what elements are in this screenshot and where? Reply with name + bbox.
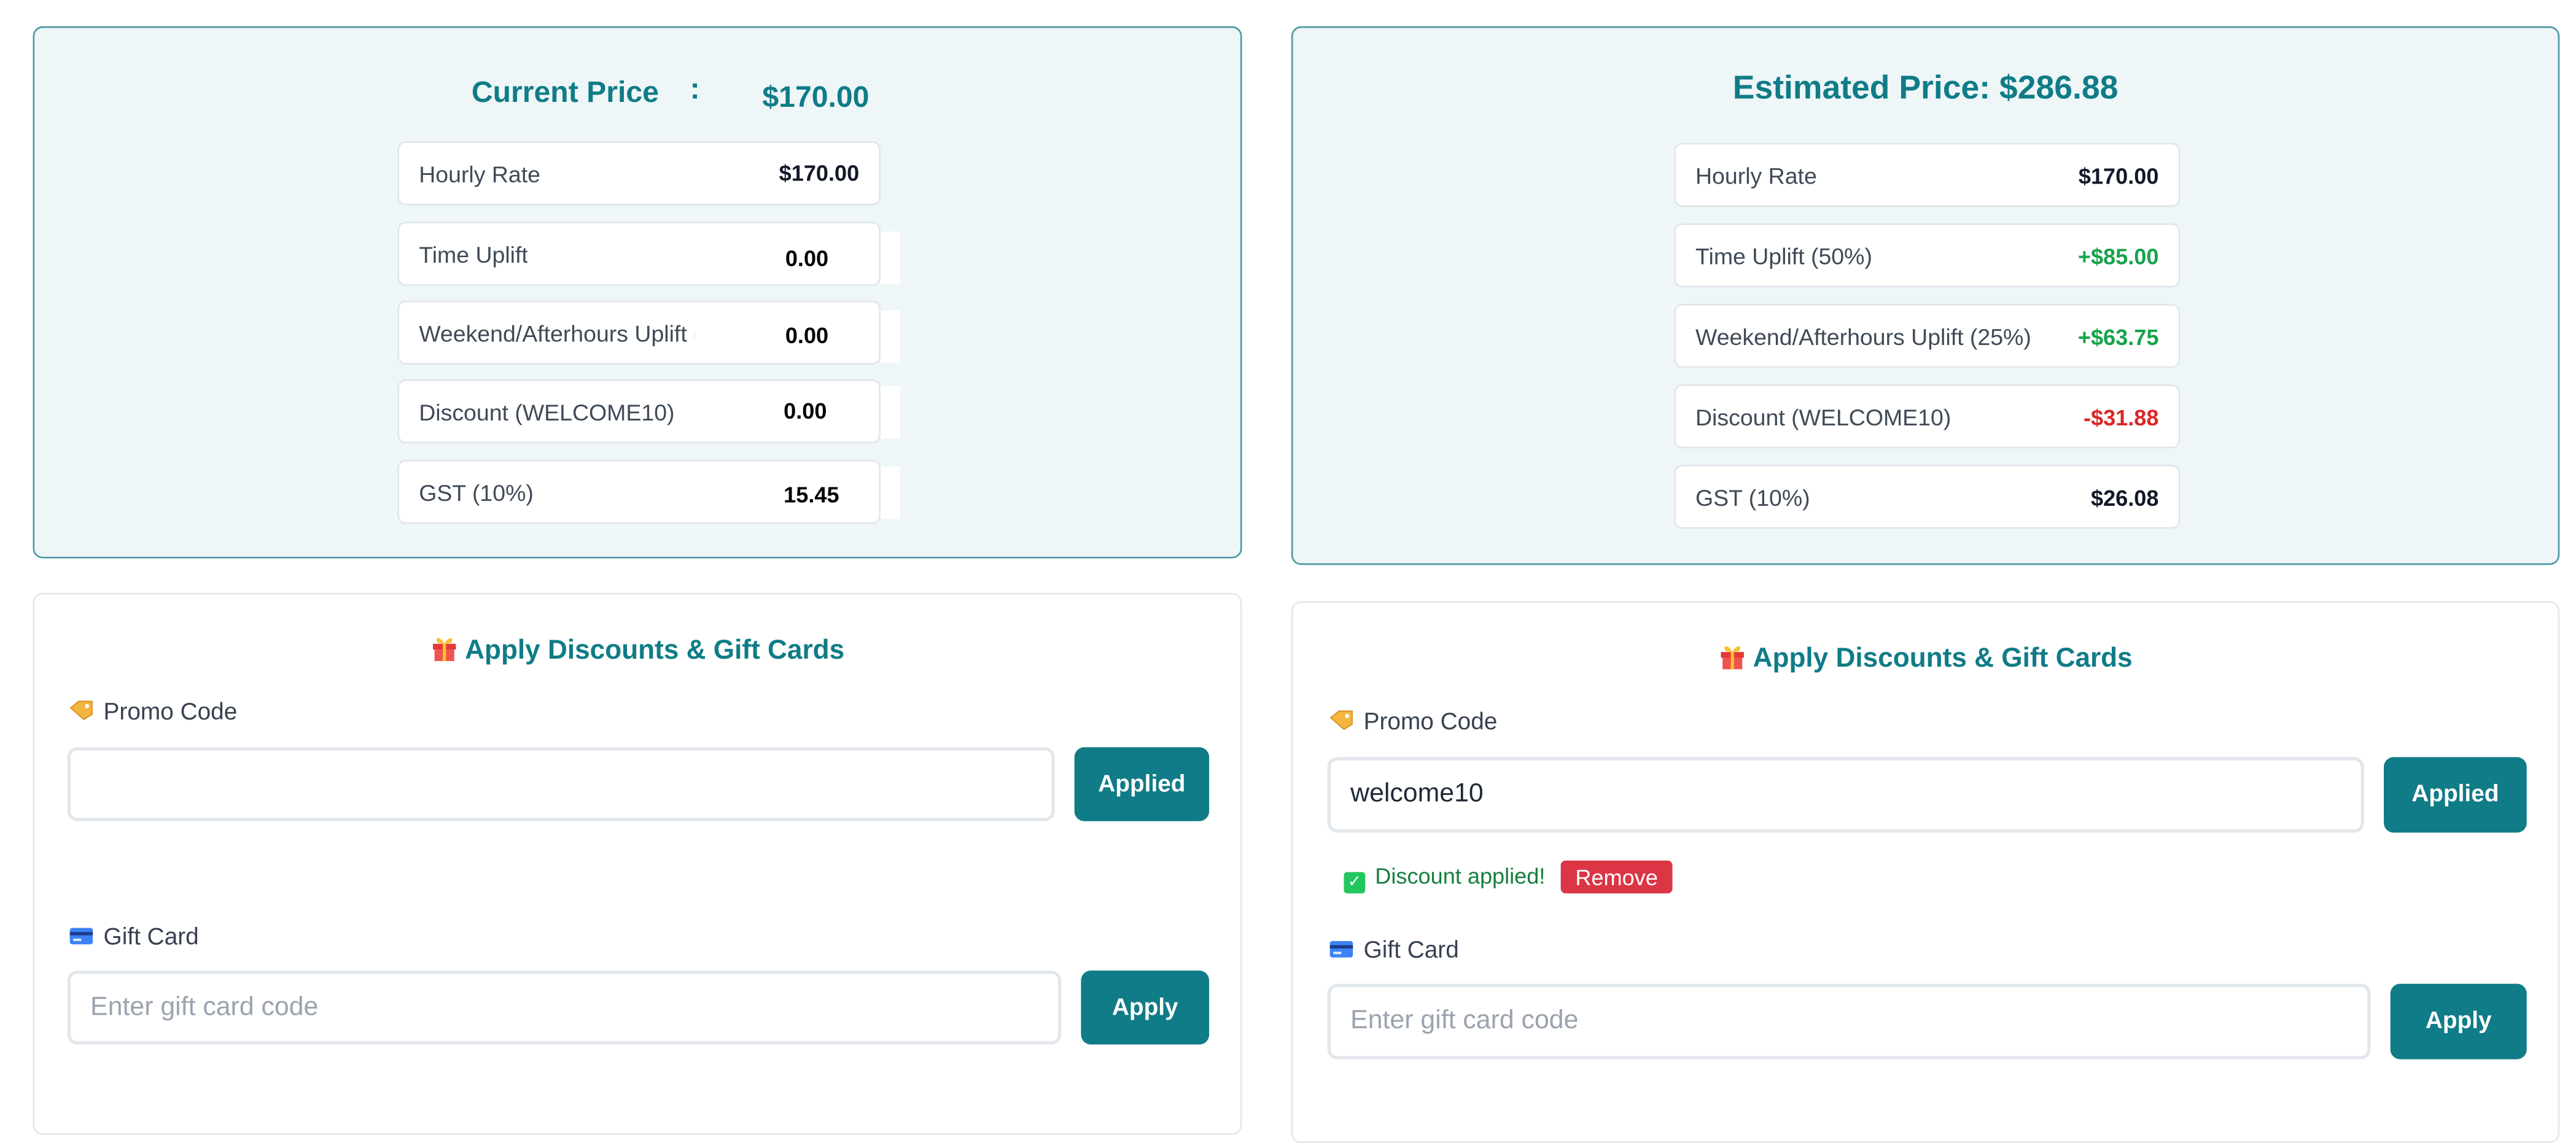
credit-card-icon <box>1329 939 1353 966</box>
price-row-time-uplift: Time Uplift (50%) +$85.00 <box>1674 223 2181 288</box>
price-row-weekend-uplift: Weekend/Afterhours Uplift (25%) +$63.75 <box>1674 303 2181 368</box>
promo-applied-button[interactable]: Applied <box>2384 757 2527 833</box>
row-label: Discount (WELCOME10) <box>419 399 675 425</box>
price-row-discount: Discount (WELCOME10) -$31.88 <box>1674 384 2181 449</box>
right-discounts-card: Apply Discounts & Gift Cards Promo Code … <box>1291 601 2560 1143</box>
gift-card-input[interactable] <box>67 971 1062 1045</box>
row-value: $26.08 <box>2090 486 2159 511</box>
discounts-section-title: Apply Discounts & Gift Cards <box>34 634 1240 670</box>
gift-icon <box>430 634 458 670</box>
comparison-stage: Current Price : $170.00 Hourly Rate $170… <box>0 0 2576 1143</box>
row-overflow-patch <box>881 466 901 519</box>
row-label: GST (10%) <box>1695 484 1810 511</box>
current-price-title: Current Price <box>471 76 659 109</box>
gift-icon <box>1718 642 1746 678</box>
price-row-gst: GST (10%) $26.08 <box>1674 465 2181 529</box>
title-separator: : <box>690 72 700 106</box>
gift-card-apply-button[interactable]: Apply <box>1081 971 1210 1045</box>
status-text: Discount applied! <box>1375 864 1546 889</box>
estimated-price-card: Estimated Price: $286.88 Hourly Rate $17… <box>1291 26 2560 565</box>
row-label: Weekend/Afterhours Uplift (25%) <box>1695 324 2031 350</box>
remove-discount-button[interactable]: Remove <box>1560 860 1673 894</box>
price-row-weekend-uplift: Weekend/Afterhours Uplift ( 0.00 <box>397 300 881 365</box>
price-row-gst: GST (10%) 15.45 <box>397 460 881 524</box>
estimated-price-title: Estimated Price: $286.88 <box>1732 71 2119 107</box>
current-price-amount: $170.00 <box>762 80 870 114</box>
tag-icon <box>1329 710 1353 737</box>
row-label: GST (10%) <box>419 479 534 506</box>
row-label: Discount (WELCOME10) <box>1695 404 1951 430</box>
row-value: $170.00 <box>779 161 860 186</box>
discounts-section-title: Apply Discounts & Gift Cards <box>1293 642 2558 678</box>
row-overflow-patch <box>881 310 901 363</box>
gift-card-label: Gift Card <box>1329 937 1459 966</box>
gift-card-input[interactable] <box>1327 983 2371 1060</box>
left-discounts-card: Apply Discounts & Gift Cards Promo Code … <box>33 592 1242 1135</box>
promo-code-input[interactable] <box>67 747 1055 821</box>
credit-card-icon <box>69 926 93 953</box>
price-row-hourly-rate: Hourly Rate $170.00 <box>1674 142 2181 207</box>
row-label: Time Uplift (50%) <box>1695 242 1872 269</box>
section-title-text: Apply Discounts & Gift Cards <box>1753 643 2133 673</box>
tag-icon <box>69 700 93 727</box>
row-overflow-patch <box>881 386 901 439</box>
row-value: +$85.00 <box>2077 244 2159 269</box>
field-label-text: Gift Card <box>1363 937 1459 964</box>
promo-applied-button[interactable]: Applied <box>1074 747 1210 821</box>
row-label: Hourly Rate <box>419 161 540 187</box>
promo-code-label: Promo Code <box>69 700 237 727</box>
current-price-card: Current Price : $170.00 Hourly Rate $170… <box>33 26 1242 559</box>
gift-card-apply-button[interactable]: Apply <box>2390 983 2527 1060</box>
price-row-discount: Discount (WELCOME10) 0.00 <box>397 379 881 444</box>
promo-code-input[interactable] <box>1327 757 2364 833</box>
field-label-text: Promo Code <box>1363 709 1498 736</box>
row-value: 0.00 <box>785 246 829 271</box>
row-value: 0.00 <box>785 324 829 349</box>
promo-code-label: Promo Code <box>1329 710 1497 737</box>
field-label-text: Promo Code <box>103 699 238 726</box>
discount-status: ✓ Discount applied! <box>1344 864 1546 894</box>
row-label: Hourly Rate <box>1695 162 1817 189</box>
row-value: +$63.75 <box>2077 325 2159 350</box>
row-value: 0.00 <box>784 399 827 424</box>
row-value: -$31.88 <box>2083 405 2159 430</box>
section-title-text: Apply Discounts & Gift Cards <box>465 635 845 665</box>
row-label: Weekend/Afterhours Uplift ( <box>419 320 695 347</box>
row-overflow-patch <box>881 231 901 284</box>
price-row-hourly-rate: Hourly Rate $170.00 <box>397 141 881 206</box>
row-value: 15.45 <box>784 482 839 508</box>
field-label-text: Gift Card <box>103 924 199 951</box>
price-row-time-uplift: Time Uplift 0.00 <box>397 222 881 286</box>
gift-card-label: Gift Card <box>69 924 199 953</box>
check-icon: ✓ <box>1344 872 1366 894</box>
row-label: Time Uplift <box>419 241 528 268</box>
row-value: $170.00 <box>2078 164 2159 189</box>
